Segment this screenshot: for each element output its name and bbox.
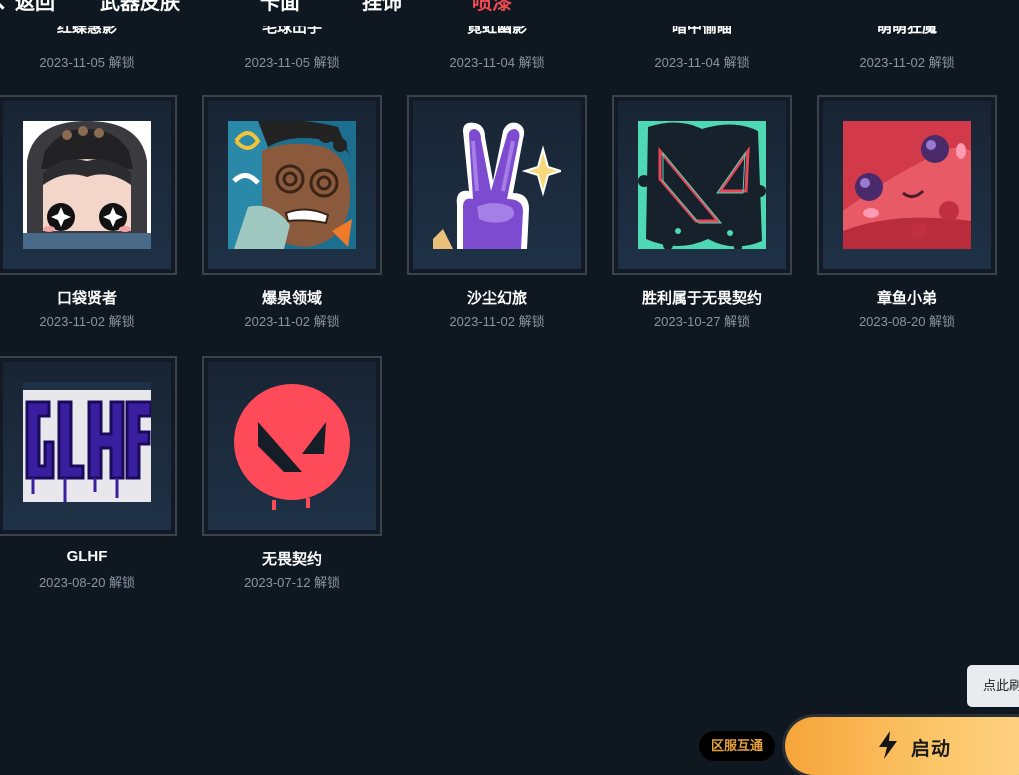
spray-frame <box>202 356 382 536</box>
spray-name: 爆泉领域 <box>261 290 322 307</box>
spray-unlock-date: 2023-10-27 解锁 <box>653 314 751 329</box>
peace-hand-icon <box>433 122 561 249</box>
spray-name: 无畏契约 <box>261 551 322 568</box>
spray-name: 胜利属于无畏契约 <box>641 290 762 307</box>
launch-button[interactable]: 启动 <box>785 717 1019 775</box>
chevron-left-icon <box>0 0 12 10</box>
spray-frame <box>612 95 792 275</box>
spray-name: 萌萌狂魔 <box>876 26 937 36</box>
lightning-icon <box>879 731 897 759</box>
spray-unlock-date: 2023-11-05 解锁 <box>39 55 135 70</box>
spray-frame <box>407 95 587 275</box>
spray-name: 沙尘幻旅 <box>466 290 527 307</box>
dizzy-man-icon <box>228 121 356 249</box>
spray-unlock-date: 2023-08-20 解锁 <box>858 314 956 329</box>
valorant-red-logo-icon <box>234 384 350 510</box>
spray-frame <box>817 95 997 275</box>
spray-name: 口袋贤者 <box>56 290 117 307</box>
tab-player-cards[interactable]: 卡面 <box>260 0 300 15</box>
spray-unlock-date: 2023-11-04 解锁 <box>449 55 545 70</box>
tab-buddies[interactable]: 挂饰 <box>362 0 402 15</box>
spray-name: 霓虹幽影 <box>466 26 527 36</box>
spray-frame <box>0 95 177 275</box>
back-button[interactable]: 返回 <box>0 0 55 15</box>
spray-frame <box>202 95 382 275</box>
launch-label: 启动 <box>911 739 952 760</box>
hooded-girl-icon <box>23 121 151 249</box>
tab-sprays[interactable]: 喷漆 <box>472 0 512 15</box>
octopus-icon <box>843 121 971 249</box>
region-interop-badge: 区服互通 <box>699 731 775 761</box>
spray-unlock-date: 2023-11-04 解锁 <box>654 55 750 70</box>
spray-unlock-date: 2023-11-02 解锁 <box>859 55 955 70</box>
spray-unlock-date: 2023-07-12 解锁 <box>243 575 341 590</box>
spray-name: 毛球出手 <box>261 26 322 36</box>
spray-unlock-date: 2023-11-05 解锁 <box>244 55 340 70</box>
spray-unlock-date: 2023-11-02 解锁 <box>244 314 340 329</box>
glhf-graffiti-icon <box>23 382 151 510</box>
top-nav: 返回 武器皮肤 卡面 挂饰 喷漆 <box>0 0 1019 14</box>
previous-row-names: 红蝶惠影 毛球出手 霓虹幽影 暗中偷瞄 萌萌狂魔 <box>0 26 1019 42</box>
spray-name: 红蝶惠影 <box>56 26 117 36</box>
spray-unlock-date: 2023-11-02 解锁 <box>449 314 545 329</box>
back-label: 返回 <box>15 0 55 14</box>
spray-name: 章鱼小弟 <box>876 290 937 307</box>
tab-weapon-skins[interactable]: 武器皮肤 <box>100 0 180 15</box>
refresh-tip-button[interactable]: 点此刷新 <box>967 665 1019 707</box>
spray-name: 暗中偷瞄 <box>671 26 732 36</box>
valorant-logo-splash-icon <box>638 121 766 249</box>
spray-unlock-date: 2023-11-02 解锁 <box>39 314 135 329</box>
spray-frame <box>0 356 177 536</box>
spray-name: GLHF <box>66 548 108 565</box>
spray-unlock-date: 2023-08-20 解锁 <box>38 575 136 590</box>
